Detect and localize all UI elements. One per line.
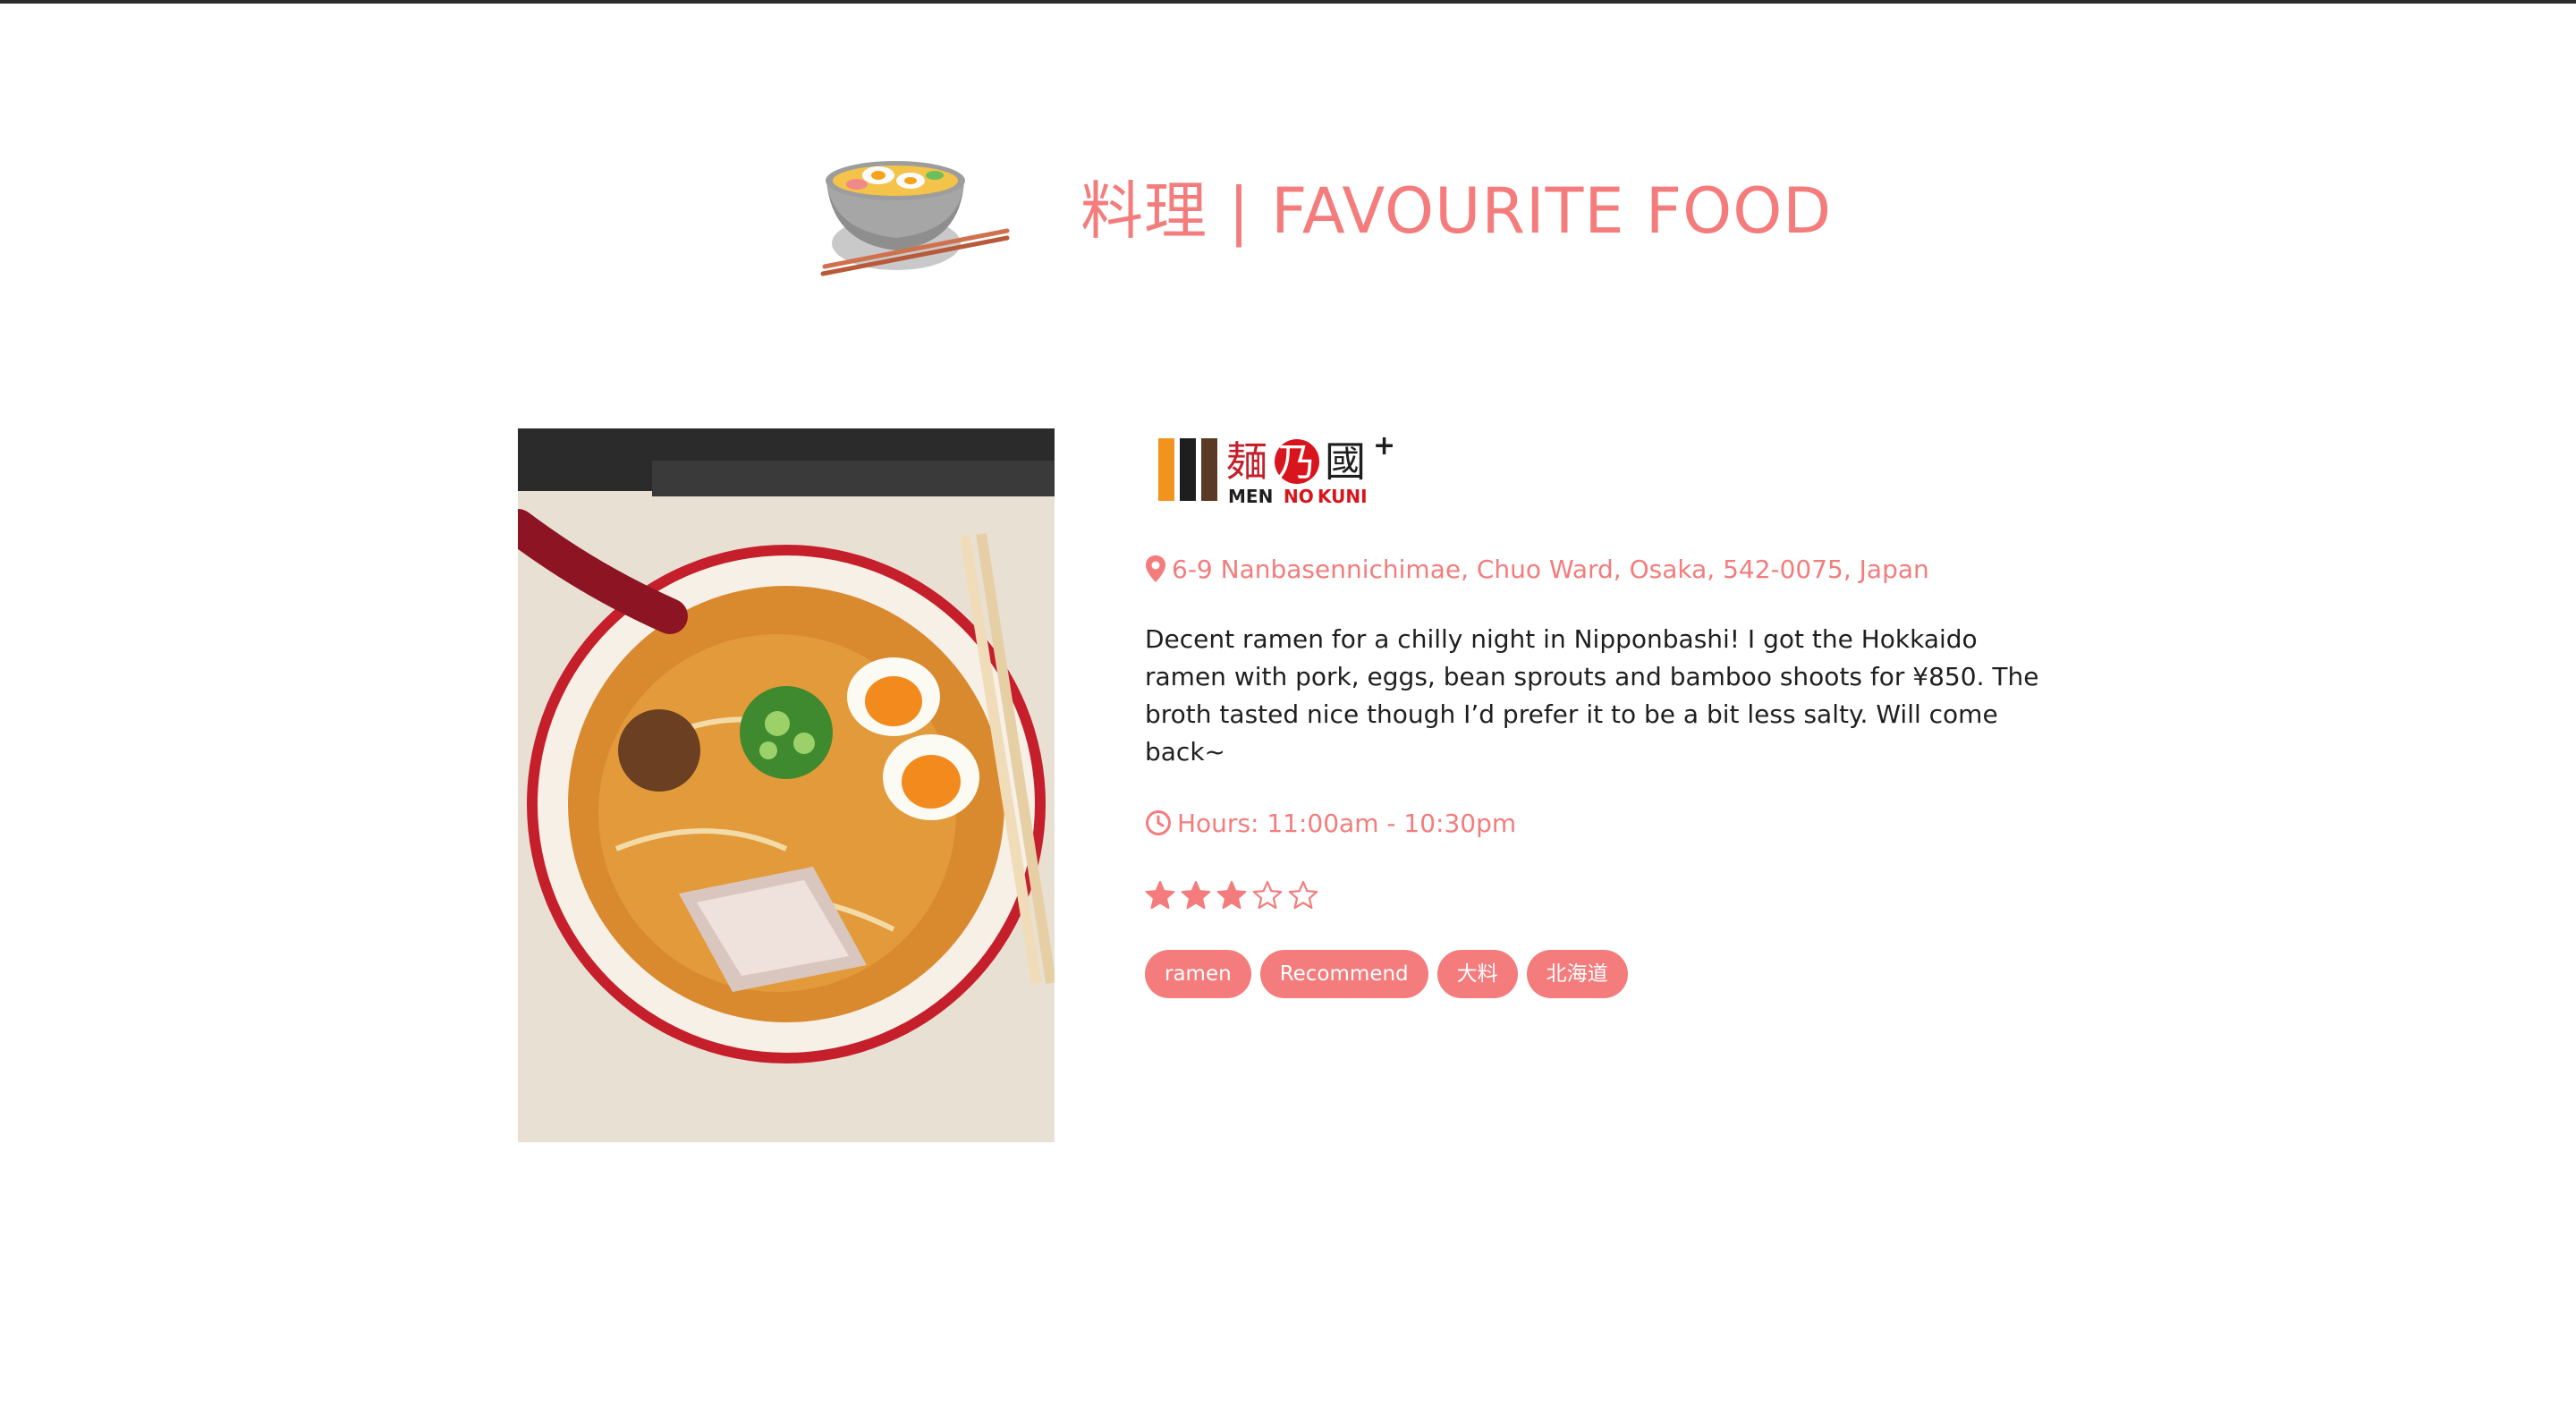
restaurant-logo: 麺 乃 國 + MEN NO KUNI bbox=[1158, 430, 1395, 507]
star-filled-icon bbox=[1145, 880, 1175, 910]
logo-plus: + bbox=[1373, 430, 1395, 462]
address-text: 6-9 Nanbasennichimae, Chuo Ward, Osaka, … bbox=[1172, 554, 1929, 584]
tag-pill[interactable]: ramen bbox=[1145, 950, 1251, 998]
hours-text: Hours: 11:00am - 10:30pm bbox=[1177, 808, 1517, 838]
restaurant-address[interactable]: 6-9 Nanbasennichimae, Chuo Ward, Osaka, … bbox=[1145, 553, 2084, 585]
review-text: Decent ramen for a chilly night in Nippo… bbox=[1145, 624, 2039, 767]
map-pin-icon bbox=[1146, 555, 1165, 582]
logo-romaji-kuni: KUNI bbox=[1318, 486, 1368, 507]
clock-icon bbox=[1146, 810, 1171, 835]
ramen-bowl-icon bbox=[820, 161, 1010, 276]
logo-kanji-no: 乃 bbox=[1276, 440, 1316, 486]
star-filled-icon bbox=[1216, 880, 1247, 910]
star-empty-icon bbox=[1252, 880, 1283, 910]
tag-pill[interactable]: Recommend bbox=[1259, 950, 1428, 998]
tag-pill[interactable]: 北海道 bbox=[1526, 950, 1628, 998]
star-filled-icon bbox=[1181, 880, 1211, 910]
logo-romaji-men: MEN bbox=[1228, 486, 1273, 507]
star-rating bbox=[1145, 880, 2084, 911]
ramen-photo bbox=[518, 428, 1055, 1142]
opening-hours: Hours: 11:00am - 10:30pm bbox=[1145, 807, 2084, 839]
logo-kanji-men: 麺 bbox=[1226, 437, 1267, 486]
page-title: 料理 | FAVOURITE FOOD bbox=[1080, 174, 1833, 248]
restaurant-details: 麺 乃 國 + MEN NO KUNI 6-9 Nanbasennichimae… bbox=[1145, 429, 2084, 998]
page-header: 料理 | FAVOURITE FOOD bbox=[814, 125, 1832, 286]
logo-kanji-kuni: 國 bbox=[1325, 437, 1366, 486]
tag-pill[interactable]: 大料 bbox=[1436, 950, 1518, 998]
star-empty-icon bbox=[1288, 880, 1318, 910]
logo-romaji-no: NO bbox=[1284, 486, 1314, 507]
tag-list: ramen Recommend 大料 北海道 bbox=[1145, 950, 2084, 998]
top-border bbox=[0, 0, 2576, 4]
